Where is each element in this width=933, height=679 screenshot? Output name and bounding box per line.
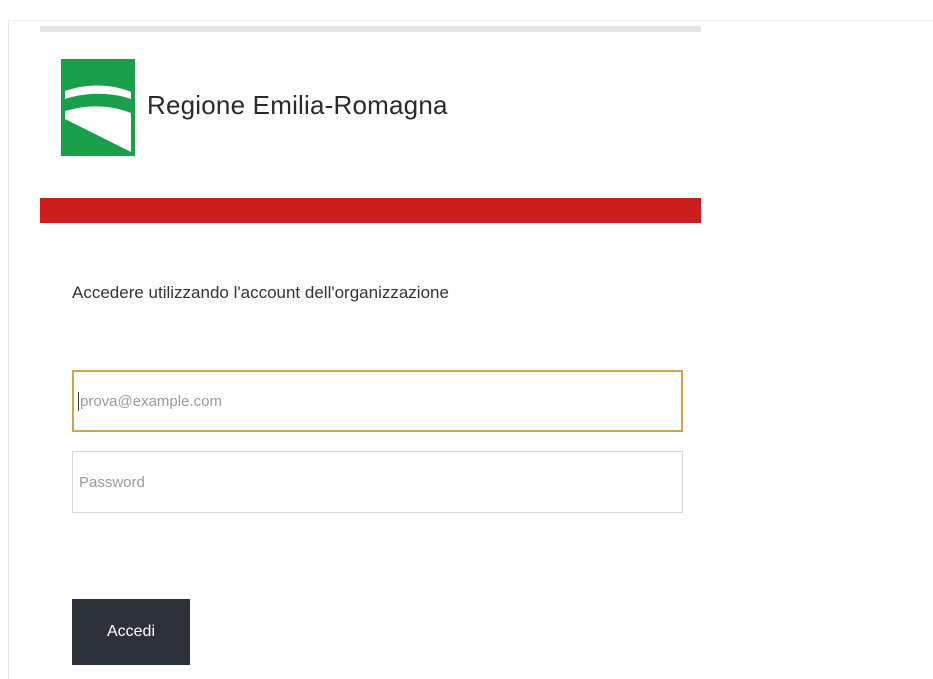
top-border [8,20,933,21]
region-logo-icon [61,59,135,156]
brand-name: Regione Emilia-Romagna [147,90,448,120]
password-input[interactable] [72,451,683,513]
red-band [40,198,701,223]
email-input[interactable] [72,370,683,432]
left-border [8,20,9,679]
panel-top-bar [40,26,701,32]
top-margin [0,0,933,20]
login-page: Regione Emilia-Romagna Accedere utilizza… [0,0,933,679]
login-button[interactable]: Accedi [72,599,190,665]
text-cursor [78,392,79,411]
login-panel: Regione Emilia-Romagna Accedere utilizza… [40,26,701,679]
login-instructions: Accedere utilizzando l'account dell'orga… [72,283,449,302]
